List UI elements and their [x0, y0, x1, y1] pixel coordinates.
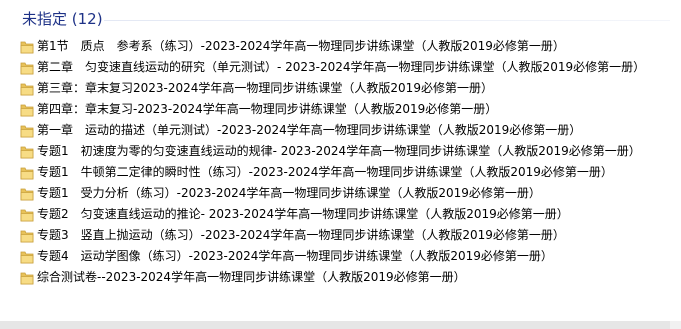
folder-row[interactable]: 专题1 牛顿第二定律的瞬时性（练习）-2023-2024学年高一物理同步讲练课堂…	[0, 162, 681, 183]
folder-icon	[20, 165, 34, 180]
folder-row[interactable]: 专题1 受力分析（练习）-2023-2024学年高一物理同步讲练课堂（人教版20…	[0, 183, 681, 204]
folder-icon	[20, 207, 34, 222]
folder-icon	[20, 249, 34, 264]
folder-icon	[20, 144, 34, 159]
folder-icon	[20, 81, 34, 96]
file-list: 第1节 质点 参考系（练习）-2023-2024学年高一物理同步讲练课堂（人教版…	[0, 36, 681, 288]
folder-name: 专题2 匀变速直线运动的推论- 2023-2024学年高一物理同步讲练课堂（人教…	[37, 207, 569, 221]
folder-name: 专题1 受力分析（练习）-2023-2024学年高一物理同步讲练课堂（人教版20…	[37, 186, 541, 200]
folder-row[interactable]: 第一章 运动的描述（单元测试）-2023-2024学年高一物理同步讲练课堂（人教…	[0, 120, 681, 141]
folder-name: 专题3 竖直上抛运动（练习）-2023-2024学年高一物理同步讲练课堂（人教版…	[37, 228, 565, 242]
folder-row[interactable]: 专题2 匀变速直线运动的推论- 2023-2024学年高一物理同步讲练课堂（人教…	[0, 204, 681, 225]
folder-name: 专题1 牛顿第二定律的瞬时性（练习）-2023-2024学年高一物理同步讲练课堂…	[37, 165, 613, 179]
folder-row[interactable]: 第三章：章末复习2023-2024学年高一物理同步讲练课堂（人教版2019必修第…	[0, 78, 681, 99]
folder-name: 专题4 运动学图像（练习）-2023-2024学年高一物理同步讲练课堂（人教版2…	[37, 249, 553, 263]
folder-row[interactable]: 专题3 竖直上抛运动（练习）-2023-2024学年高一物理同步讲练课堂（人教版…	[0, 225, 681, 246]
folder-name: 专题1 初速度为零的匀变速直线运动的规律- 2023-2024学年高一物理同步讲…	[37, 144, 641, 158]
folder-name: 第1节 质点 参考系（练习）-2023-2024学年高一物理同步讲练课堂（人教版…	[37, 39, 565, 53]
folder-row[interactable]: 第四章：章末复习-2023-2024学年高一物理同步讲练课堂（人教版2019必修…	[0, 99, 681, 120]
folder-row[interactable]: 综合测试卷--2023-2024学年高一物理同步讲练课堂（人教版2019必修第一…	[0, 267, 681, 288]
folder-icon	[20, 123, 34, 138]
folder-row[interactable]: 第1节 质点 参考系（练习）-2023-2024学年高一物理同步讲练课堂（人教版…	[0, 36, 681, 57]
folder-icon	[20, 102, 34, 117]
folder-row[interactable]: 专题1 初速度为零的匀变速直线运动的规律- 2023-2024学年高一物理同步讲…	[0, 141, 681, 162]
folder-row[interactable]: 第二章 匀变速直线运动的研究（单元测试）- 2023-2024学年高一物理同步讲…	[0, 57, 681, 78]
group-divider	[104, 20, 670, 21]
folder-name: 第二章 匀变速直线运动的研究（单元测试）- 2023-2024学年高一物理同步讲…	[37, 60, 646, 74]
folder-name: 第一章 运动的描述（单元测试）-2023-2024学年高一物理同步讲练课堂（人教…	[37, 123, 582, 137]
group-header[interactable]: 未指定 (12)	[0, 0, 681, 36]
group-title[interactable]: 未指定 (12)	[22, 10, 103, 28]
folder-name: 第三章：章末复习2023-2024学年高一物理同步讲练课堂（人教版2019必修第…	[37, 81, 493, 95]
folder-icon	[20, 228, 34, 243]
folder-icon	[20, 60, 34, 75]
folder-icon	[20, 270, 34, 285]
folder-row[interactable]: 专题4 运动学图像（练习）-2023-2024学年高一物理同步讲练课堂（人教版2…	[0, 246, 681, 267]
folder-name: 综合测试卷--2023-2024学年高一物理同步讲练课堂（人教版2019必修第一…	[37, 270, 466, 284]
folder-icon	[20, 186, 34, 201]
folder-name: 第四章：章末复习-2023-2024学年高一物理同步讲练课堂（人教版2019必修…	[37, 102, 498, 116]
folder-icon	[20, 39, 34, 54]
horizontal-scrollbar-thumb[interactable]	[0, 321, 670, 329]
